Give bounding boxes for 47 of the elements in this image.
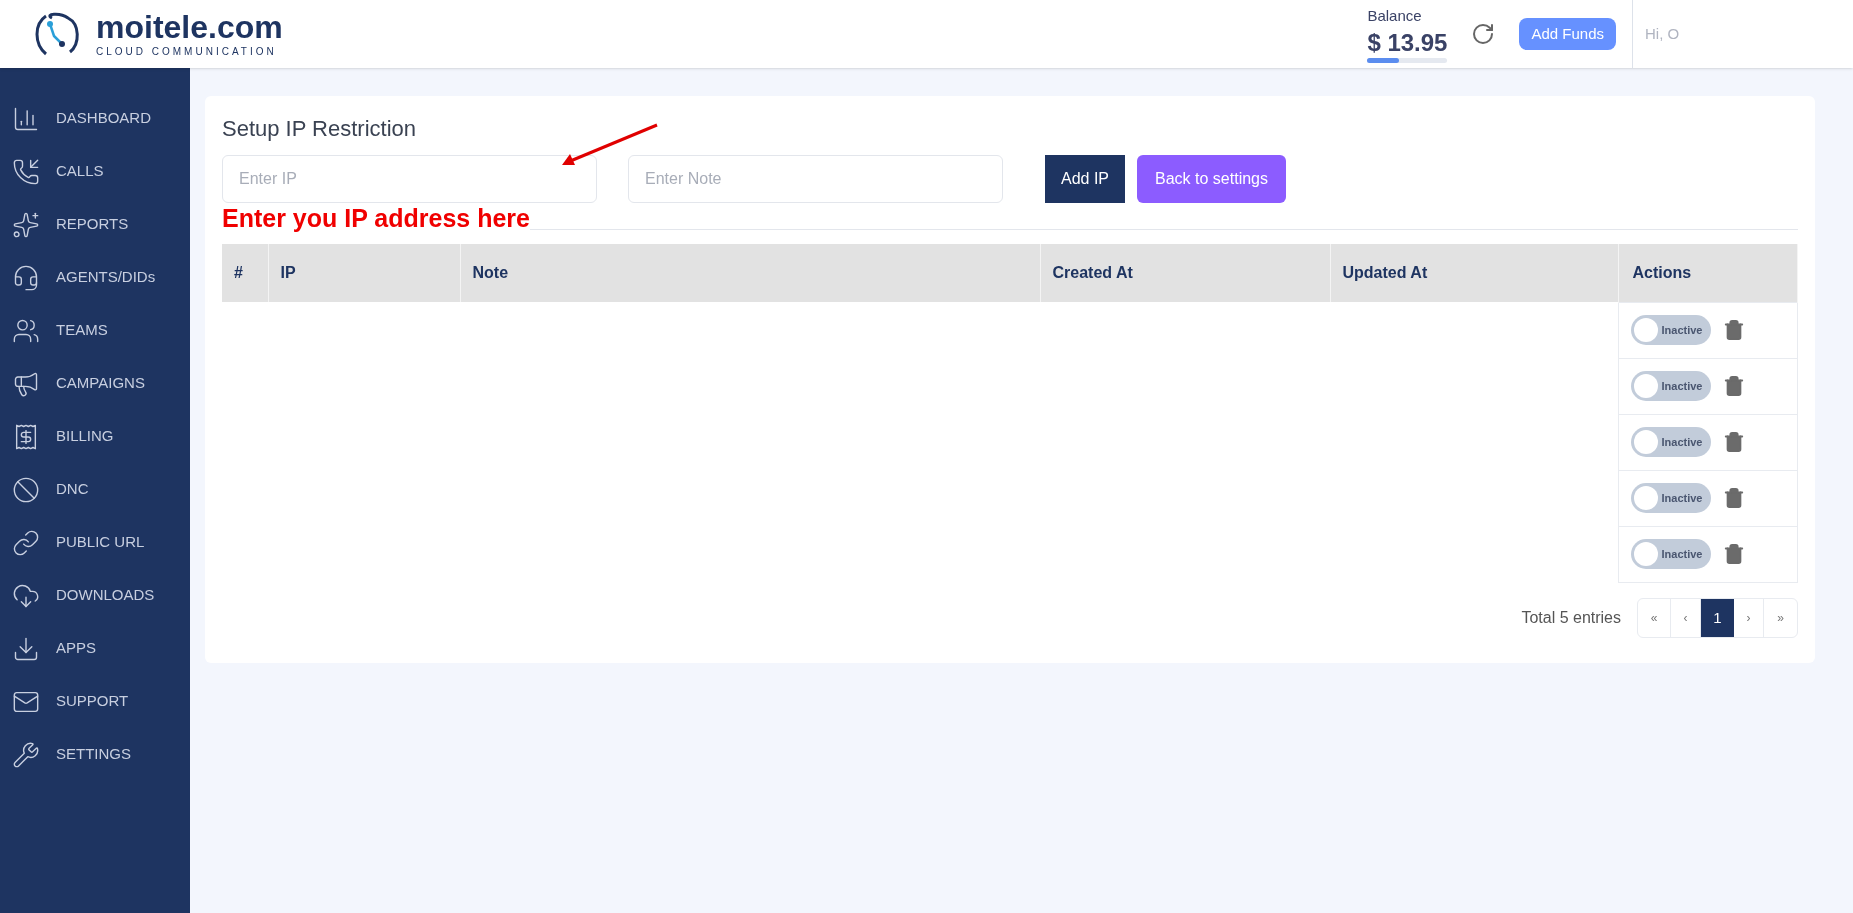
headset-icon: [12, 263, 40, 292]
logo-tagline: CLOUD COMMUNICATION: [96, 47, 278, 57]
status-toggle[interactable]: Inactive: [1630, 427, 1711, 458]
add-ip-button[interactable]: Add IP: [1045, 155, 1126, 203]
note-field[interactable]: Enter Note: [628, 155, 1003, 203]
total-entries: Total 5 entries: [1521, 607, 1621, 628]
status-toggle[interactable]: Inactive: [1630, 371, 1711, 402]
delete-icon[interactable]: [1722, 319, 1745, 342]
refresh-icon[interactable]: [1471, 22, 1496, 46]
delete-icon[interactable]: [1722, 487, 1745, 510]
ip-field[interactable]: Enter IP: [222, 155, 597, 203]
status-toggle[interactable]: Inactive: [1630, 539, 1711, 570]
status-toggle[interactable]: Inactive: [1630, 315, 1711, 346]
annotation-text: Enter you IP address here: [222, 203, 530, 234]
sidebar-item[interactable]: AGENTS/DIDs: [0, 251, 190, 304]
sidebar-item[interactable]: REPORTS: [0, 198, 190, 251]
status-toggle[interactable]: Inactive: [1630, 483, 1711, 514]
ban-icon: [12, 475, 40, 504]
sidebar-item[interactable]: PUBLIC URL: [0, 516, 190, 569]
sidebar-item[interactable]: TEAMS: [0, 304, 190, 357]
page-title: Setup IP Restriction: [222, 115, 418, 143]
back-to-settings-button[interactable]: Back to settings: [1137, 155, 1286, 203]
sidebar-item[interactable]: SUPPORT: [0, 675, 190, 728]
sidebar-item[interactable]: CAMPAIGNS: [0, 357, 190, 410]
greeting: Hi, O: [1645, 23, 1680, 44]
page-button[interactable]: 1: [1701, 598, 1734, 637]
delete-icon[interactable]: [1722, 431, 1745, 454]
sidebar-item[interactable]: CALLS: [0, 145, 190, 198]
sidebar-item[interactable]: BILLING: [0, 410, 190, 463]
sparkle-icon: [12, 210, 40, 239]
phone-icon: [12, 157, 40, 186]
balance-amount: $ 13.95: [1367, 27, 1448, 58]
sidebar-item[interactable]: DOWNLOADS: [0, 569, 190, 622]
sidebar-item[interactable]: DNC: [0, 463, 190, 516]
logo-name: moitele.com: [96, 11, 283, 43]
wrench-icon: [12, 740, 40, 769]
sidebar-item[interactable]: SETTINGS: [0, 728, 190, 781]
balance-label: Balance: [1367, 6, 1423, 27]
link-icon: [12, 528, 40, 557]
next-page-button[interactable]: ›: [1734, 598, 1764, 637]
sidebar-item[interactable]: DASHBOARD: [0, 92, 190, 145]
sidebar-item[interactable]: APPS: [0, 622, 190, 675]
delete-icon[interactable]: [1722, 375, 1745, 398]
column-header: Actions: [1618, 244, 1798, 303]
last-page-button[interactable]: »: [1764, 598, 1797, 637]
first-page-button[interactable]: «: [1638, 598, 1671, 637]
delete-icon[interactable]: [1722, 543, 1745, 566]
